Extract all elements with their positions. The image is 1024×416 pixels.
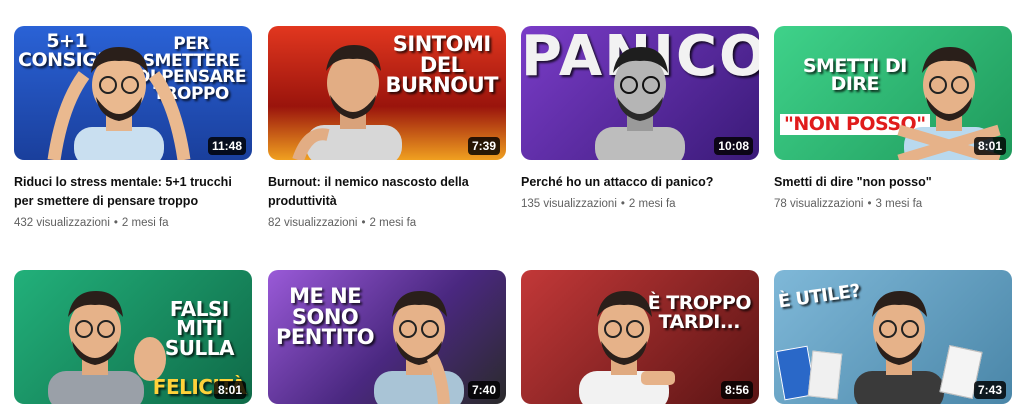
video-meta: 82 visualizzazioni • 2 mesi fa [268,215,506,231]
video-card[interactable]: SINTOMI DEL BURNOUT 7:39 Burnout: il nem… [268,26,506,231]
view-count: 432 visualizzazioni [14,217,110,229]
video-duration: 7:39 [467,137,500,155]
upload-age: 2 mesi fa [369,217,417,229]
video-thumbnail[interactable]: PANICO 10:08 [521,26,759,160]
video-card[interactable]: FALSI MITI SULLA FELICITÀ 8:01 [14,270,252,404]
video-thumbnail[interactable]: SMETTI DI DIRE "NON POSSO" 8:01 [774,26,1012,160]
video-card[interactable]: È UTILE? 7:43 [774,270,1012,404]
presenter-image [595,47,685,160]
video-duration: 8:01 [213,381,246,399]
video-card[interactable]: PANICO 10:08 Perché ho un attacco di pan… [521,26,759,212]
video-thumbnail[interactable]: FALSI MITI SULLA FELICITÀ 8:01 [14,270,252,404]
view-count: 82 visualizzazioni [268,217,358,229]
video-meta: 135 visualizzazioni • 2 mesi fa [521,196,759,212]
video-thumbnail[interactable]: È UTILE? 7:43 [774,270,1012,404]
video-thumbnail[interactable]: 5+1 CONSIGLI PER SMETTERE DI PENSARE TRO… [14,26,252,160]
video-title[interactable]: Riduci lo stress mentale: 5+1 trucchi pe… [14,173,252,211]
video-title[interactable]: Perché ho un attacco di panico? [521,173,759,192]
separator-dot: • [867,198,872,210]
upload-age: 3 mesi fa [875,198,923,210]
video-duration: 8:01 [973,137,1006,155]
view-count: 78 visualizzazioni [774,198,864,210]
video-meta: 432 visualizzazioni • 2 mesi fa [14,215,252,231]
video-card[interactable]: ME NE SONO PENTITO 7:40 [268,270,506,404]
video-duration: 8:56 [720,381,753,399]
video-meta: 78 visualizzazioni • 3 mesi fa [774,196,1012,212]
upload-age: 2 mesi fa [628,198,676,210]
view-count: 135 visualizzazioni [521,198,617,210]
presenter-image [48,291,166,404]
video-thumbnail[interactable]: SINTOMI DEL BURNOUT 7:39 [268,26,506,160]
video-card[interactable]: 5+1 CONSIGLI PER SMETTERE DI PENSARE TRO… [14,26,252,231]
book-stack [775,342,850,401]
upload-age: 2 mesi fa [121,217,169,229]
video-duration: 11:48 [207,137,246,155]
presenter-image [292,45,402,160]
caption-text: FALSI MITI SULLA [164,296,235,360]
video-duration: 10:08 [714,137,753,155]
separator-dot: • [113,217,118,229]
separator-dot: • [620,198,625,210]
video-duration: 7:43 [973,381,1006,399]
separator-dot: • [361,217,366,229]
video-title[interactable]: Burnout: il nemico nascosto della produt… [268,173,506,211]
video-card[interactable]: È TROPPO TARDI... 8:56 [521,270,759,404]
video-title[interactable]: Smetti di dire "non posso" [774,173,1012,192]
video-duration: 7:40 [467,381,500,399]
presenter-image [579,291,675,404]
presenter-image [47,47,191,160]
video-card[interactable]: SMETTI DI DIRE "NON POSSO" 8:01 Smetti d… [774,26,1012,212]
book [807,350,843,400]
video-thumbnail[interactable]: È TROPPO TARDI... 8:56 [521,270,759,404]
video-thumbnail[interactable]: ME NE SONO PENTITO 7:40 [268,270,506,404]
